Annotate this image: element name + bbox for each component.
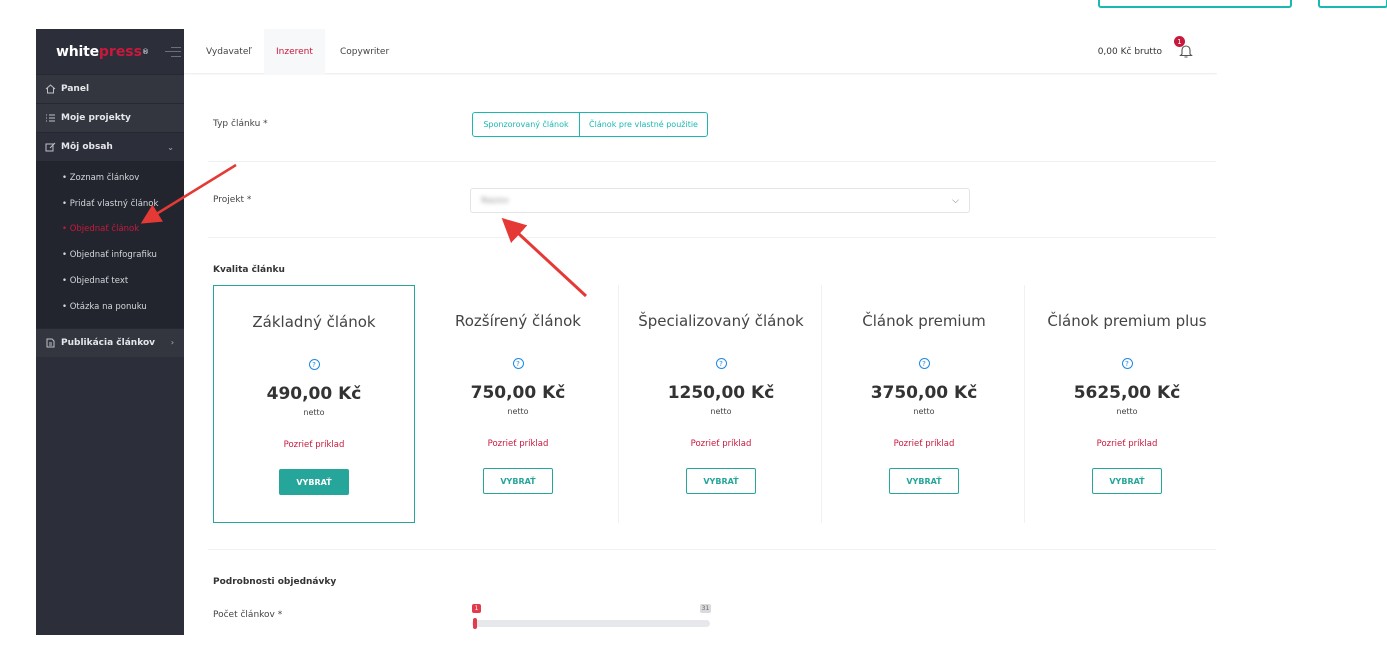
main-content: Typ článku * Sponzorovaný článok Článok … xyxy=(184,75,1217,635)
card-title: Článok premium xyxy=(862,312,986,330)
top-action-button-2[interactable] xyxy=(1318,0,1387,8)
card-title: Článok premium plus xyxy=(1047,312,1207,330)
select-button[interactable]: VYBRAŤ xyxy=(483,468,553,494)
logo-press-text: press xyxy=(98,43,142,60)
help-icon[interactable]: ? xyxy=(308,359,320,370)
slider-min-label: 1 xyxy=(472,604,481,613)
view-example-link[interactable]: Pozrieť príklad xyxy=(620,439,822,449)
top-action-button-1[interactable] xyxy=(1098,0,1292,8)
card-divider xyxy=(821,285,822,523)
sidebar-item-label: Publikácia článkov xyxy=(61,337,155,348)
app-window: white press ® Panel Moje projekty Môj obsa… xyxy=(36,29,1217,635)
sidebar-item-label: Moje projekty xyxy=(61,113,131,123)
project-select-value: Nazov xyxy=(481,195,509,206)
logo-white-text: white xyxy=(56,43,99,60)
card-price-note: netto xyxy=(507,407,529,416)
view-example-link[interactable]: Pozrieť príklad xyxy=(214,440,414,450)
type-option-own-use[interactable]: Článok pre vlastné použitie xyxy=(580,113,707,136)
sidebar-subitem[interactable]: • Objednať text xyxy=(36,268,184,294)
sidebar-item-panel[interactable]: Panel xyxy=(36,74,184,103)
logo-registered: ® xyxy=(141,47,149,56)
project-label: Projekt * xyxy=(213,195,252,205)
select-button[interactable]: VYBRAŤ xyxy=(889,468,959,494)
home-icon xyxy=(44,84,56,94)
order-details-title: Podrobnosti objednávky xyxy=(213,577,337,587)
help-icon[interactable]: ? xyxy=(715,358,727,369)
list-icon xyxy=(44,113,56,123)
sidebar: white press ® Panel Moje projekty Môj obsa… xyxy=(36,29,184,635)
article-count-slider[interactable] xyxy=(472,620,710,627)
logo[interactable]: white press ® xyxy=(36,29,184,74)
help-icon[interactable]: ? xyxy=(1121,358,1133,369)
card-price: 490,00 Kč xyxy=(266,384,362,404)
select-button[interactable]: VYBRAŤ xyxy=(686,468,756,494)
chevron-right-icon: › xyxy=(170,338,174,348)
card-divider xyxy=(618,285,619,523)
chevron-down-icon: ⌄ xyxy=(167,142,174,152)
card-price: 750,00 Kč xyxy=(470,383,566,403)
notification-badge: 1 xyxy=(1174,36,1185,47)
menu-toggle-icon[interactable] xyxy=(164,46,181,57)
type-option-sponsored[interactable]: Sponzorovaný článok xyxy=(473,113,580,136)
card-title: Špecializovaný článok xyxy=(638,312,804,330)
card-price: 5625,00 Kč xyxy=(1073,383,1181,403)
view-example-link[interactable]: Pozrieť príklad xyxy=(417,439,619,449)
sidebar-subitem[interactable]: • Otázka na ponuku xyxy=(36,294,184,320)
type-label: Typ článku * xyxy=(213,119,268,129)
tab-vydavatel[interactable]: Vydavateľ xyxy=(206,29,252,74)
top-navbar: Vydavateľ Inzerent Copywriter 0,00 Kč br… xyxy=(184,29,1217,74)
view-example-link[interactable]: Pozrieť príklad xyxy=(1026,439,1217,449)
edit-icon xyxy=(44,142,56,152)
card-title: Rozšírený článok xyxy=(455,312,581,330)
sidebar-submenu: • Zoznam článkov • Pridať vlastný článok… xyxy=(36,161,184,328)
sidebar-item-publication[interactable]: Publikácia článkov › xyxy=(36,327,184,357)
tab-inzerent[interactable]: Inzerent xyxy=(264,29,325,74)
quality-card-premium[interactable]: Článok premium ? 3750,00 Kč netto Pozrie… xyxy=(823,285,1025,523)
slider-handle[interactable] xyxy=(473,618,477,629)
quality-card-basic[interactable]: Základný článok ? 490,00 Kč netto Pozrie… xyxy=(213,285,415,523)
sidebar-item-label: Môj obsah xyxy=(61,142,113,152)
quality-card-specialized[interactable]: Špecializovaný článok ? 1250,00 Kč netto… xyxy=(620,285,822,523)
sidebar-subitem-active[interactable]: • Objednať článok xyxy=(36,217,184,243)
card-price-note: netto xyxy=(303,408,325,417)
balance-display: 0,00 Kč brutto xyxy=(1097,46,1162,57)
help-icon[interactable]: ? xyxy=(918,358,930,369)
card-price-note: netto xyxy=(710,407,732,416)
card-price-note: netto xyxy=(913,407,935,416)
document-icon xyxy=(44,338,56,348)
help-icon[interactable]: ? xyxy=(512,358,524,369)
sidebar-subitem[interactable]: • Objednať infografiku xyxy=(36,242,184,268)
quality-section-title: Kvalita článku xyxy=(213,265,285,275)
quality-cards: Základný článok ? 490,00 Kč netto Pozrie… xyxy=(213,285,1213,525)
card-divider xyxy=(1024,285,1025,523)
sidebar-item-label: Panel xyxy=(61,84,90,94)
divider xyxy=(208,161,1216,162)
card-price: 1250,00 Kč xyxy=(667,383,775,403)
article-type-toggle: Sponzorovaný článok Článok pre vlastné p… xyxy=(472,112,708,137)
select-button[interactable]: VYBRAŤ xyxy=(1092,468,1162,494)
article-count-label: Počet článkov * xyxy=(213,610,283,620)
sidebar-subitem[interactable]: • Zoznam článkov xyxy=(36,165,184,191)
card-price-note: netto xyxy=(1116,407,1138,416)
chevron-down-icon: ⌵ xyxy=(952,195,959,206)
view-example-link[interactable]: Pozrieť príklad xyxy=(823,439,1025,449)
card-title: Základný článok xyxy=(252,313,376,331)
project-select[interactable]: Nazov ⌵ xyxy=(470,188,970,213)
slider-max-label: 31 xyxy=(700,604,711,613)
select-button[interactable]: VYBRAŤ xyxy=(279,469,349,495)
quality-card-premium-plus[interactable]: Článok premium plus ? 5625,00 Kč netto P… xyxy=(1026,285,1217,523)
sidebar-subitem[interactable]: • Pridať vlastný článok xyxy=(36,191,184,217)
divider xyxy=(208,237,1216,238)
sidebar-item-my-content[interactable]: Môj obsah ⌄ xyxy=(36,132,184,161)
divider xyxy=(208,549,1216,550)
card-price: 3750,00 Kč xyxy=(870,383,978,403)
tab-copywriter[interactable]: Copywriter xyxy=(340,29,389,74)
sidebar-item-projects[interactable]: Moje projekty xyxy=(36,103,184,132)
quality-card-extended[interactable]: Rozšírený článok ? 750,00 Kč netto Pozri… xyxy=(417,285,619,523)
